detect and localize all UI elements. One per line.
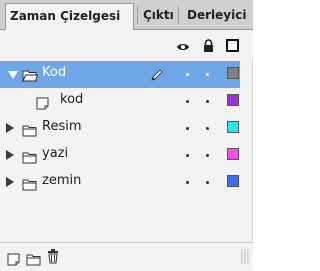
expand-arrow-icon[interactable] [6, 123, 14, 133]
lock-dot[interactable] [206, 73, 209, 76]
layer-color-swatch[interactable] [227, 67, 239, 79]
layer-name: kod [60, 92, 84, 107]
tab-compiler[interactable]: Derleyici [181, 3, 253, 30]
tab-timeline[interactable]: Zaman Çizelgesi [5, 3, 134, 31]
layer-page-icon [36, 95, 50, 114]
visibility-dot[interactable] [186, 100, 189, 103]
new-folder-icon[interactable] [26, 251, 42, 270]
outline-square-icon[interactable] [226, 37, 239, 56]
layer-row-folder[interactable]: zemin [0, 169, 240, 196]
layer-name: yazi [42, 146, 69, 161]
folder-icon [22, 149, 38, 168]
resize-grip[interactable] [241, 249, 249, 264]
layer-row-folder[interactable]: Kod [0, 61, 240, 88]
folder-icon [22, 176, 38, 195]
visibility-dot[interactable] [186, 127, 189, 130]
tab-label: Çıktı [143, 8, 174, 22]
expand-arrow-icon[interactable] [6, 177, 14, 187]
tab-label: Derleyici [187, 8, 247, 22]
layer-name: zemin [42, 173, 82, 188]
layer-name: Kod [42, 65, 67, 80]
tab-bar: Zaman Çizelgesi Çıktı Derleyici [0, 0, 253, 31]
timeline-panel: Zaman Çizelgesi Çıktı Derleyici Kod kod … [0, 0, 253, 271]
layer-toolbar [0, 242, 253, 271]
lock-dot[interactable] [206, 100, 209, 103]
visibility-dot[interactable] [186, 73, 189, 76]
folder-icon [22, 122, 38, 141]
layer-color-swatch[interactable] [227, 148, 239, 160]
layer-color-swatch[interactable] [227, 121, 239, 133]
layer-header [0, 30, 253, 60]
visibility-dot[interactable] [186, 181, 189, 184]
lock-dot[interactable] [206, 181, 209, 184]
new-layer-icon[interactable] [7, 251, 21, 270]
folder-open-icon [22, 67, 39, 86]
tab-separator [137, 6, 138, 24]
layer-row-folder[interactable]: yazi [0, 142, 240, 169]
layer-row[interactable]: kod [0, 88, 240, 115]
lock-dot[interactable] [206, 127, 209, 130]
tab-output[interactable]: Çıktı [140, 3, 176, 30]
layer-color-swatch[interactable] [227, 94, 239, 106]
expand-arrow-icon[interactable] [6, 150, 14, 160]
lock-dot[interactable] [206, 154, 209, 157]
layer-name: Resim [42, 119, 82, 134]
eye-icon[interactable] [176, 38, 190, 57]
layer-row-folder[interactable]: Resim [0, 115, 240, 142]
delete-icon[interactable] [47, 249, 59, 268]
visibility-dot[interactable] [186, 154, 189, 157]
tab-label: Zaman Çizelgesi [10, 9, 121, 23]
expand-arrow-icon[interactable] [8, 71, 18, 79]
lock-icon[interactable] [203, 37, 214, 56]
layer-color-swatch[interactable] [227, 175, 239, 187]
tab-separator [178, 6, 179, 24]
pencil-icon [150, 67, 163, 86]
